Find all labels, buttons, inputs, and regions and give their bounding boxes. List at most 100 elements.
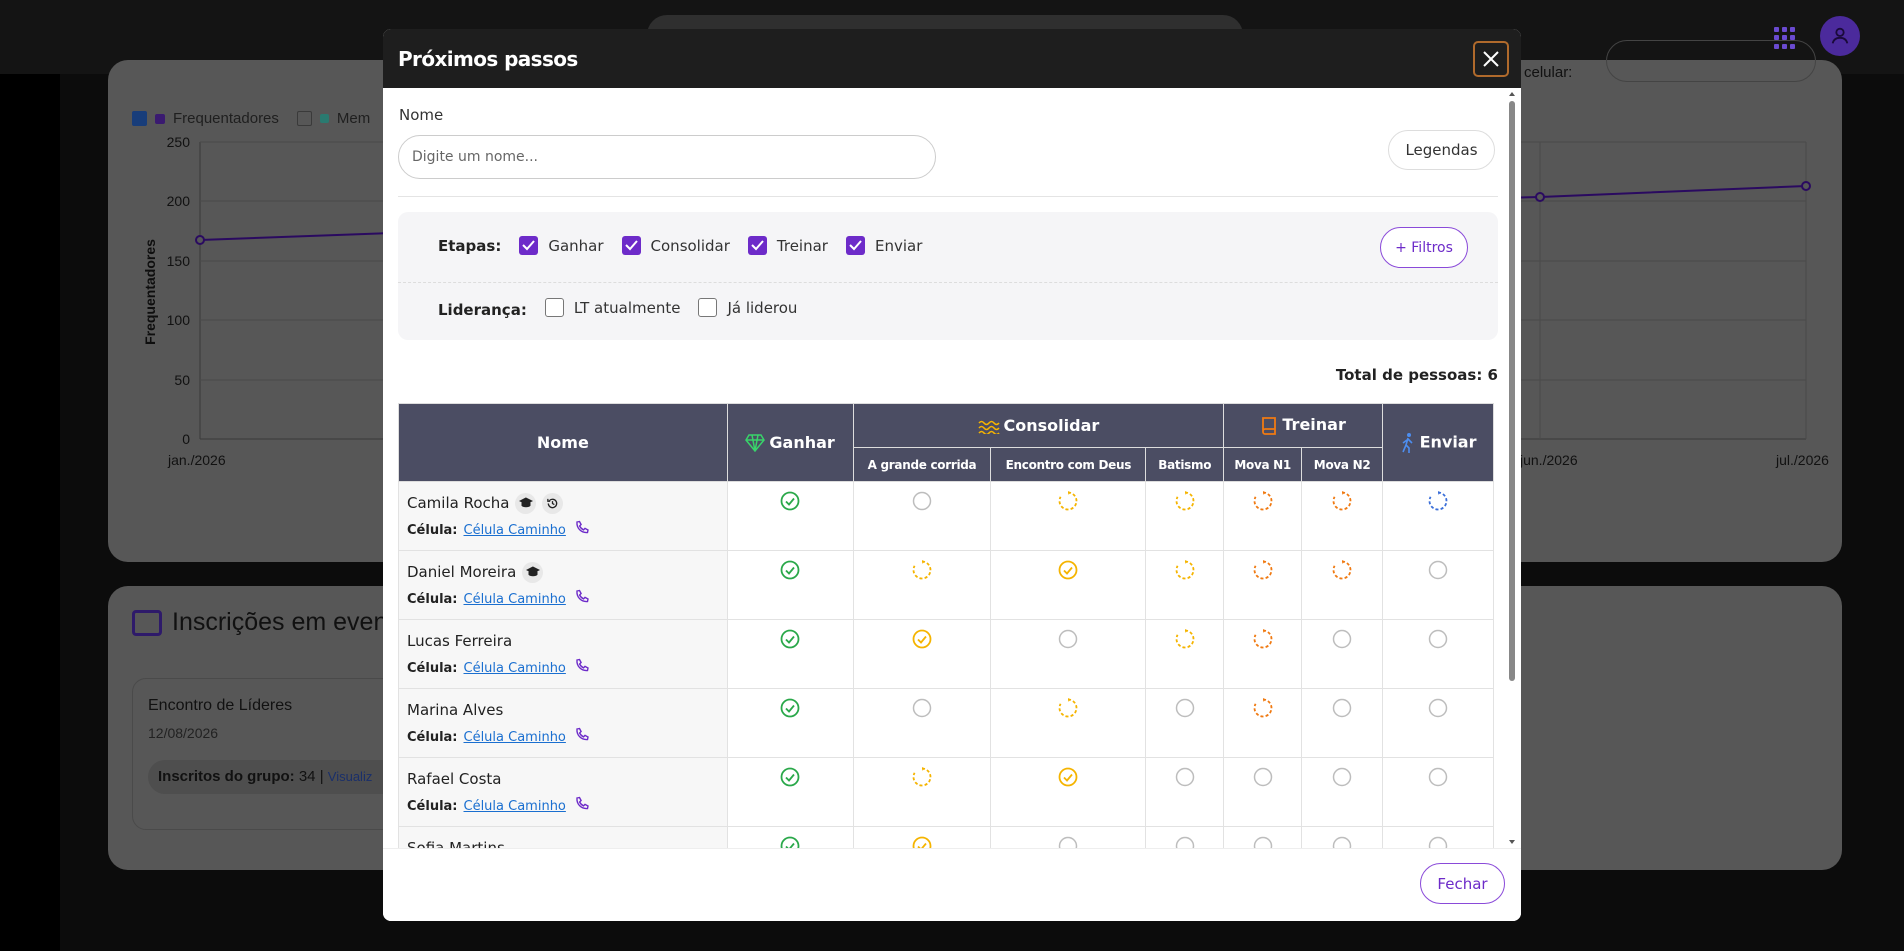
phone-button[interactable] xyxy=(566,658,590,678)
status-cell[interactable] xyxy=(726,826,854,848)
lideranca-checkbox[interactable] xyxy=(698,298,718,317)
person-name: Daniel Moreira xyxy=(407,563,517,581)
lideranca-option[interactable]: LT atualmente xyxy=(544,298,680,317)
celula-link[interactable]: Célula Caminho xyxy=(464,661,566,676)
cap-badge xyxy=(522,561,544,583)
status-cell[interactable] xyxy=(1223,826,1303,848)
modal-scrollbar[interactable] xyxy=(1508,91,1516,845)
status-cell[interactable] xyxy=(852,688,992,758)
completed-icon xyxy=(780,560,800,580)
filters-panel: Etapas: Ganhar Consolidar Treinar Enviar Li… xyxy=(398,212,1498,340)
completed-icon xyxy=(912,836,932,848)
status-cell[interactable] xyxy=(1301,481,1384,551)
status-cell[interactable] xyxy=(1382,481,1494,551)
divider xyxy=(398,196,1498,197)
scrollbar-thumb[interactable] xyxy=(1509,101,1515,681)
status-cell[interactable] xyxy=(1223,688,1303,758)
status-cell[interactable] xyxy=(1301,619,1384,689)
status-cell[interactable] xyxy=(1301,757,1384,827)
status-cell[interactable] xyxy=(1382,688,1494,758)
status-cell[interactable] xyxy=(852,619,992,689)
modal-header: Próximos passos xyxy=(383,29,1521,88)
etapa-option[interactable]: Treinar xyxy=(747,236,828,255)
celula-link[interactable]: Célula Caminho xyxy=(464,523,566,538)
check-icon xyxy=(751,240,764,251)
etapas-label: Etapas: xyxy=(438,236,502,255)
header-nome[interactable]: Nome xyxy=(398,403,728,482)
empty-status-icon xyxy=(1428,560,1448,580)
status-cell[interactable] xyxy=(1145,757,1225,827)
celula-link[interactable]: Célula Caminho xyxy=(464,730,566,745)
status-cell[interactable] xyxy=(1382,550,1494,620)
x-tick: jun./2026 xyxy=(1519,452,1578,468)
chart-ylabel: Frequentadores xyxy=(142,239,158,345)
in-progress-icon xyxy=(1175,491,1195,511)
status-cell[interactable] xyxy=(1223,619,1303,689)
etapa-checkbox[interactable] xyxy=(621,236,641,255)
header-consolidar: Consolidar xyxy=(852,403,1225,448)
status-cell[interactable] xyxy=(726,550,854,620)
status-cell[interactable] xyxy=(726,619,854,689)
lideranca-option[interactable]: Já liderou xyxy=(698,298,797,317)
status-cell[interactable] xyxy=(1145,550,1225,620)
y-tick: 100 xyxy=(167,312,191,328)
etapa-option[interactable]: Ganhar xyxy=(519,236,604,255)
modal-footer: Fechar xyxy=(383,848,1521,921)
etapa-checkbox[interactable] xyxy=(519,236,539,255)
status-cell[interactable] xyxy=(1382,757,1494,827)
phone-button[interactable] xyxy=(566,520,590,540)
status-cell[interactable] xyxy=(990,481,1147,551)
graduation-cap-icon xyxy=(525,566,540,577)
status-cell[interactable] xyxy=(1301,550,1384,620)
empty-status-icon xyxy=(1175,767,1194,787)
status-cell[interactable] xyxy=(1301,688,1384,758)
legendas-button[interactable]: Legendas xyxy=(1388,130,1495,170)
celula-link[interactable]: Célula Caminho xyxy=(464,592,566,607)
fechar-button[interactable]: Fechar xyxy=(1420,863,1505,904)
empty-status-icon xyxy=(1059,629,1078,649)
status-cell[interactable] xyxy=(1301,826,1384,848)
empty-status-icon xyxy=(1253,767,1272,787)
status-cell[interactable] xyxy=(1145,481,1225,551)
status-cell[interactable] xyxy=(1145,688,1225,758)
status-cell[interactable] xyxy=(990,550,1147,620)
status-cell[interactable] xyxy=(1223,550,1303,620)
etapa-option[interactable]: Enviar xyxy=(845,236,922,255)
status-cell[interactable] xyxy=(726,481,854,551)
status-cell[interactable] xyxy=(852,481,992,551)
status-cell[interactable] xyxy=(1382,619,1494,689)
status-cell[interactable] xyxy=(990,619,1147,689)
name-search-input[interactable] xyxy=(398,135,936,179)
status-cell[interactable] xyxy=(1223,481,1303,551)
status-cell[interactable] xyxy=(990,688,1147,758)
history-badge xyxy=(542,492,564,514)
phone-button[interactable] xyxy=(566,727,590,747)
close-button[interactable] xyxy=(1473,40,1509,77)
status-cell[interactable] xyxy=(726,688,854,758)
steps-table: Nome Ganhar Consolidar Treinar Enviar A … xyxy=(398,403,1494,848)
person-cell: Rafael Costa Célula: Célula Caminho xyxy=(398,757,728,827)
phone-button[interactable] xyxy=(566,796,590,816)
status-cell[interactable] xyxy=(1145,826,1225,848)
status-cell[interactable] xyxy=(852,826,992,848)
empty-status-icon xyxy=(1059,836,1078,848)
visualizar-link[interactable]: Visualiz xyxy=(328,769,373,784)
status-cell[interactable] xyxy=(1145,619,1225,689)
etapa-checkbox[interactable] xyxy=(747,236,767,255)
status-cell[interactable] xyxy=(1223,757,1303,827)
status-cell[interactable] xyxy=(852,550,992,620)
status-cell[interactable] xyxy=(990,826,1147,848)
status-cell[interactable] xyxy=(990,757,1147,827)
completed-icon xyxy=(1058,767,1078,787)
lideranca-checkbox[interactable] xyxy=(544,298,564,317)
etapa-checkbox[interactable] xyxy=(845,236,865,255)
phone-button[interactable] xyxy=(566,589,590,609)
status-cell[interactable] xyxy=(852,757,992,827)
in-progress-icon xyxy=(912,767,932,787)
celula-link[interactable]: Célula Caminho xyxy=(464,799,566,814)
in-progress-icon xyxy=(912,560,932,580)
more-filters-button[interactable]: + Filtros xyxy=(1380,227,1468,268)
status-cell[interactable] xyxy=(726,757,854,827)
etapa-option[interactable]: Consolidar xyxy=(621,236,730,255)
status-cell[interactable] xyxy=(1382,826,1494,848)
